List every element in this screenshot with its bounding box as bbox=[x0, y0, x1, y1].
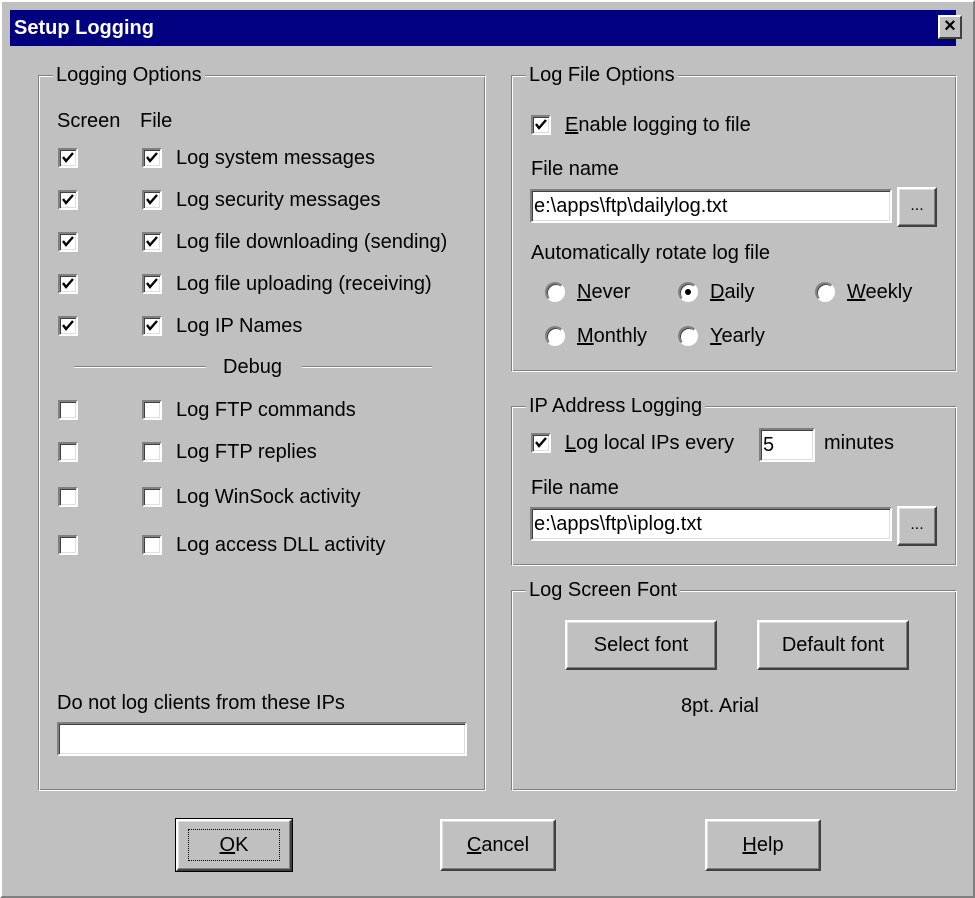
enable-logging-label[interactable]: Enable logging to file bbox=[565, 113, 751, 137]
log-option-label[interactable]: Log access DLL activity bbox=[176, 533, 385, 557]
rotate-label: Automatically rotate log file bbox=[531, 242, 771, 264]
checkmark-icon bbox=[146, 278, 158, 289]
file-checkbox[interactable] bbox=[142, 442, 162, 462]
checkmark-icon bbox=[146, 152, 158, 163]
file-checkbox[interactable] bbox=[142, 487, 162, 507]
checkmark-icon bbox=[62, 320, 74, 331]
minutes-label: minutes bbox=[824, 432, 895, 454]
logging-options-title: Logging Options bbox=[53, 63, 205, 87]
screen-checkbox[interactable] bbox=[58, 400, 78, 420]
log-option-label[interactable]: Log security messages bbox=[176, 188, 381, 212]
rotate-never-radio[interactable] bbox=[545, 282, 565, 302]
enable-logging-checkbox[interactable] bbox=[531, 115, 551, 135]
screen-checkbox[interactable] bbox=[58, 190, 78, 210]
log-filename-label: File name bbox=[531, 158, 619, 180]
ip-filename-label: File name bbox=[531, 477, 619, 499]
screen-checkbox[interactable] bbox=[58, 442, 78, 462]
logging-options-group: Logging Options bbox=[38, 63, 486, 791]
ip-interval-input[interactable]: 5 bbox=[759, 428, 815, 462]
checkmark-icon bbox=[535, 119, 547, 130]
current-font-label: 8pt. Arial bbox=[681, 695, 759, 717]
screen-checkbox[interactable] bbox=[58, 487, 78, 507]
file-checkbox[interactable] bbox=[142, 190, 162, 210]
file-checkbox[interactable] bbox=[142, 232, 162, 252]
rotate-weekly-label[interactable]: Weekly bbox=[847, 280, 912, 304]
checkmark-icon bbox=[146, 194, 158, 205]
log-file-options-title: Log File Options bbox=[526, 63, 678, 87]
rotate-never-label[interactable]: Never bbox=[577, 280, 630, 304]
file-checkbox[interactable] bbox=[142, 400, 162, 420]
ok-button[interactable]: OK bbox=[175, 818, 293, 872]
log-option-label[interactable]: Log IP Names bbox=[176, 314, 302, 338]
checkmark-icon bbox=[146, 236, 158, 247]
ip-logging-title: IP Address Logging bbox=[526, 394, 706, 418]
default-font-button[interactable]: Default font bbox=[757, 620, 909, 670]
file-checkbox[interactable] bbox=[142, 148, 162, 168]
focus-ring bbox=[188, 829, 280, 861]
rotate-yearly-radio[interactable] bbox=[678, 326, 698, 346]
ip-filename-browse-button[interactable]: ... bbox=[897, 506, 937, 546]
screen-checkbox[interactable] bbox=[58, 316, 78, 336]
checkmark-icon bbox=[62, 194, 74, 205]
log-option-label[interactable]: Log FTP commands bbox=[176, 398, 356, 422]
file-checkbox[interactable] bbox=[142, 274, 162, 294]
rotate-monthly-radio[interactable] bbox=[545, 326, 565, 346]
log-local-ips-label[interactable]: Log local IPs every bbox=[565, 431, 734, 455]
screen-checkbox[interactable] bbox=[58, 148, 78, 168]
title-bar: Setup Logging bbox=[10, 10, 956, 46]
screen-column-header: Screen bbox=[57, 110, 121, 132]
screen-checkbox[interactable] bbox=[58, 274, 78, 294]
select-font-button[interactable]: Select font bbox=[565, 620, 717, 670]
rotate-monthly-label[interactable]: Monthly bbox=[577, 324, 647, 348]
log-filename-input[interactable]: e:\apps\ftp\dailylog.txt bbox=[530, 189, 892, 223]
log-option-label[interactable]: Log file downloading (sending) bbox=[176, 230, 447, 254]
file-column-header: File bbox=[140, 110, 173, 132]
log-filename-browse-button[interactable]: ... bbox=[897, 187, 937, 227]
checkmark-icon bbox=[62, 278, 74, 289]
file-checkbox[interactable] bbox=[142, 535, 162, 555]
log-local-ips-checkbox[interactable] bbox=[531, 433, 551, 453]
screen-checkbox[interactable] bbox=[58, 535, 78, 555]
checkmark-icon bbox=[62, 152, 74, 163]
debug-label: Debug bbox=[223, 356, 282, 378]
log-option-label[interactable]: Log file uploading (receiving) bbox=[176, 272, 432, 296]
checkmark-icon bbox=[535, 437, 547, 448]
file-checkbox[interactable] bbox=[142, 316, 162, 336]
dialog-title: Setup Logging bbox=[14, 17, 154, 39]
help-button[interactable]: Help bbox=[705, 819, 821, 871]
exclude-ips-input[interactable] bbox=[57, 722, 467, 756]
log-option-label[interactable]: Log FTP replies bbox=[176, 440, 317, 464]
exclude-ips-label: Do not log clients from these IPs bbox=[57, 692, 345, 714]
rotate-yearly-label[interactable]: Yearly bbox=[710, 324, 765, 348]
radio-dot-icon bbox=[685, 289, 691, 295]
rotate-weekly-radio[interactable] bbox=[815, 282, 835, 302]
log-option-label[interactable]: Log WinSock activity bbox=[176, 485, 361, 509]
screen-font-title: Log Screen Font bbox=[526, 578, 680, 602]
rotate-daily-label[interactable]: Daily bbox=[710, 280, 754, 304]
rotate-daily-radio[interactable] bbox=[678, 282, 698, 302]
close-icon[interactable]: × bbox=[938, 15, 962, 39]
log-option-label[interactable]: Log system messages bbox=[176, 146, 375, 170]
cancel-button[interactable]: Cancel bbox=[440, 819, 556, 871]
ip-filename-input[interactable]: e:\apps\ftp\iplog.txt bbox=[530, 507, 892, 541]
checkmark-icon bbox=[146, 320, 158, 331]
screen-checkbox[interactable] bbox=[58, 232, 78, 252]
checkmark-icon bbox=[62, 236, 74, 247]
